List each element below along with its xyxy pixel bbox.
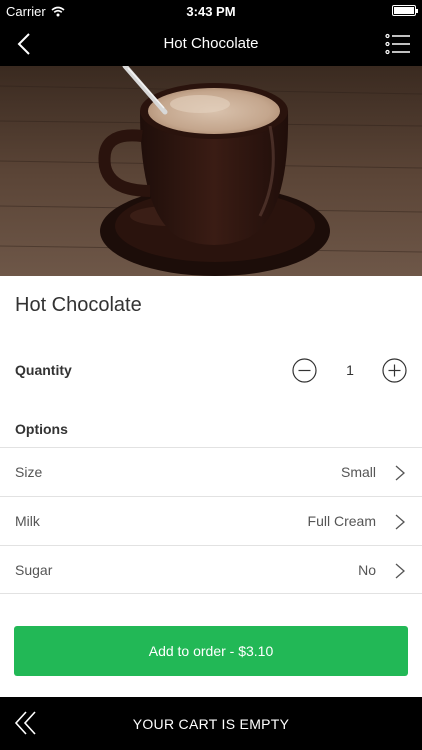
option-value: No (358, 562, 376, 578)
product-image (0, 66, 422, 276)
chevron-right-icon (395, 465, 405, 481)
chevron-left-icon (17, 33, 30, 55)
page-title: Hot Chocolate (163, 35, 259, 52)
option-name: Sugar (15, 562, 53, 578)
list-menu-icon (385, 33, 410, 55)
option-name: Size (15, 464, 43, 480)
cart-bar[interactable]: YOUR CART IS EMPTY (0, 697, 422, 750)
option-row-sugar[interactable]: Sugar No (0, 545, 422, 594)
navigation-bar: Hot Chocolate (0, 22, 422, 66)
add-to-order-button[interactable]: Add to order - $3.10 (14, 626, 408, 676)
minus-circle-icon (292, 358, 317, 383)
chevron-right-icon (395, 514, 405, 530)
status-time: 3:43 PM (186, 4, 236, 19)
option-value: Small (340, 464, 376, 480)
option-name: Milk (15, 513, 40, 529)
menu-button[interactable] (382, 28, 414, 60)
option-row-size[interactable]: Size Small (0, 447, 422, 496)
back-button[interactable] (8, 28, 40, 60)
chevron-right-icon (395, 563, 405, 579)
status-bar: Carrier 3:43 PM (0, 0, 422, 22)
plus-circle-icon (382, 358, 407, 383)
cart-status: YOUR CART IS EMPTY (132, 716, 290, 732)
quantity-value: 1 (346, 362, 354, 378)
quantity-stepper: Quantity 1 (0, 350, 422, 390)
hot-chocolate-photo (0, 66, 422, 276)
increase-quantity-button[interactable] (382, 358, 407, 383)
product-name: Hot Chocolate (15, 294, 142, 316)
quantity-label: Quantity (15, 362, 72, 378)
option-row-milk[interactable]: Milk Full Cream (0, 496, 422, 545)
decrease-quantity-button[interactable] (292, 358, 317, 383)
options-header: Options (15, 421, 68, 437)
option-value: Full Cream (307, 513, 376, 529)
battery-icon (392, 5, 418, 16)
